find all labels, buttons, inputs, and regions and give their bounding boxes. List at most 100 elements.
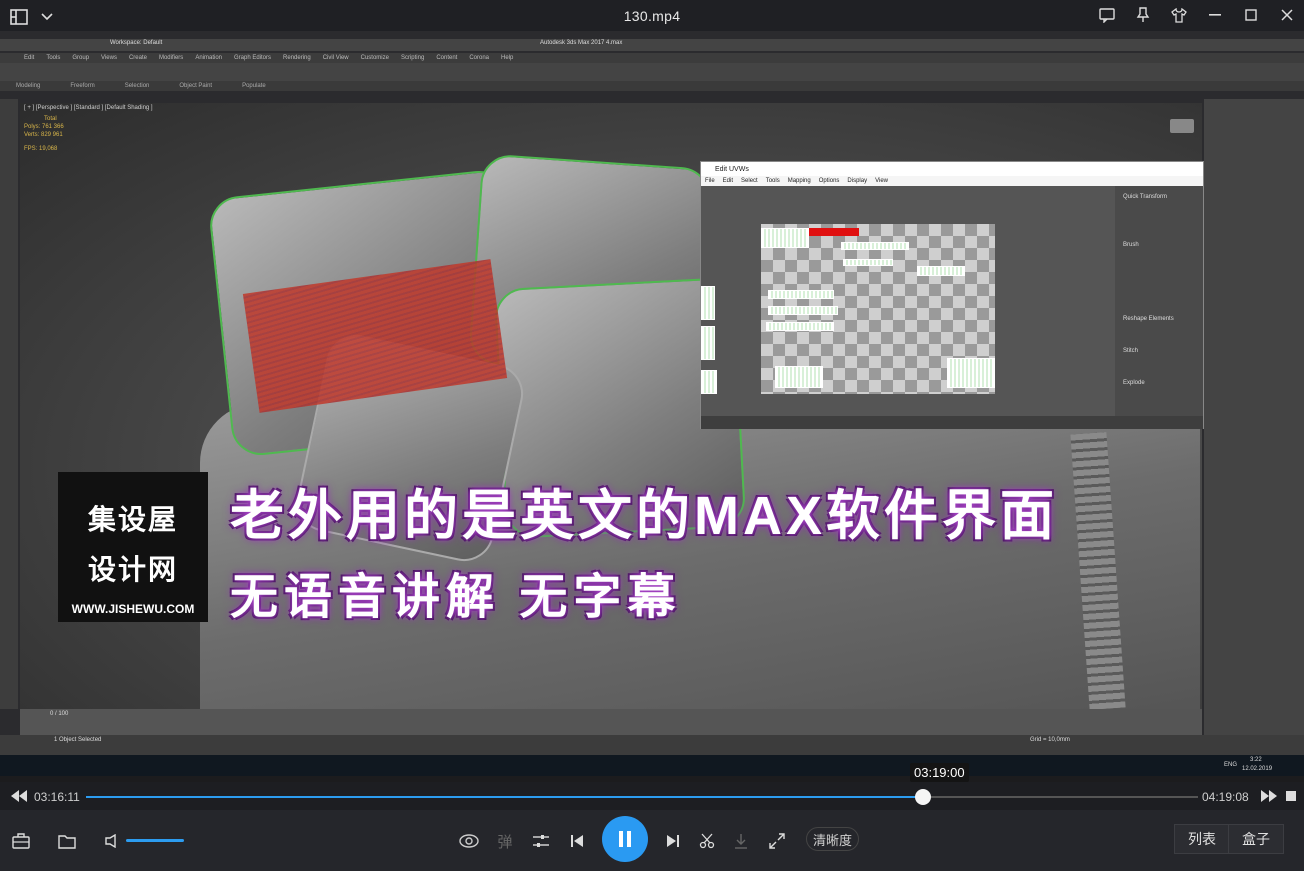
max-ribbon-tab[interactable]: Modeling [16,83,40,89]
box-button[interactable]: 盒子 [1228,824,1284,854]
max-menu-bar: Edit Tools Group Views Create Modifiers Animat… [0,53,1304,63]
download-icon[interactable] [728,828,754,854]
uvw-editor-canvas[interactable] [701,186,1115,416]
player-title-bar: 130.mp4 [0,0,1304,31]
taskbar-clock: 3:22 [1250,757,1262,763]
video-frame[interactable]: Workspace: Default Autodesk 3ds Max 2017… [0,31,1304,776]
max-app-title: Autodesk 3ds Max 2017 4.max [540,40,623,46]
hover-time-tooltip: 03:19:00 [910,763,969,782]
uv-island[interactable] [768,290,834,299]
max-menu-item[interactable]: Scripting [401,55,424,61]
max-ribbon-tab[interactable]: Object Paint [179,83,212,89]
max-menu-item[interactable]: Tools [46,55,60,61]
eye-protection-icon[interactable] [456,828,482,854]
max-ribbon-tabs: Modeling Freeform Selection Object Paint Pop… [0,81,1304,91]
uvw-menu-item[interactable]: File [705,178,715,184]
uvw-panel-header[interactable]: Brush [1123,242,1139,248]
pause-icon [619,831,631,847]
uv-island[interactable] [701,370,717,394]
uvw-panel-header[interactable]: Stitch [1123,348,1138,354]
scissors-icon[interactable] [694,828,720,854]
max-menu-item[interactable]: Animation [195,55,222,61]
volume-icon[interactable] [100,828,126,854]
uv-island[interactable] [761,228,809,248]
max-menu-item[interactable]: Rendering [283,55,311,61]
viewport-label[interactable]: [ + ] [Perspective ] [Standard ] [Defaul… [24,105,153,111]
max-menu-item[interactable]: Modifiers [159,55,183,61]
uvw-menu-item[interactable]: Select [741,178,758,184]
uvw-menu-item[interactable]: View [875,178,888,184]
pause-button[interactable] [602,816,648,862]
uvw-menu-item[interactable]: Display [847,178,867,184]
edit-uvws-window[interactable]: Edit UVWs File Edit Select Tools Mapping Opti… [700,161,1204,429]
max-timeline[interactable]: 0 / 100 [20,709,1202,735]
max-ribbon-tab[interactable]: Freeform [70,83,94,89]
max-title-bar: Workspace: Default Autodesk 3ds Max 2017… [0,39,1304,51]
caption-line1: 老外用的是英文的MAX软件界面 [230,486,1058,546]
uvw-side-panel: Quick Transform Brush Reshape Elements S… [1115,186,1203,416]
uvw-title: Edit UVWs [701,162,1203,176]
max-left-toolbar [0,99,18,709]
max-ribbon-tab[interactable]: Selection [125,83,150,89]
uv-island[interactable] [768,306,838,315]
max-menu-item[interactable]: Help [501,55,513,61]
seek-bar[interactable] [86,796,1198,798]
uvw-panel-header[interactable]: Quick Transform [1123,194,1167,200]
quality-button[interactable]: 清晰度 [806,827,860,851]
uvw-menu-item[interactable]: Options [819,178,840,184]
max-menu-item[interactable]: Graph Editors [234,55,271,61]
viewcube-icon[interactable] [1170,119,1194,133]
minimize-icon[interactable] [1204,4,1226,26]
uvw-panel-header[interactable]: Reshape Elements [1123,316,1174,322]
progress-row: 03:16:11 04:19:08 [0,782,1304,810]
fast-forward-icon[interactable] [1258,785,1280,807]
max-menu-item[interactable]: Edit [24,55,34,61]
uv-island[interactable] [947,358,995,388]
fullscreen-icon[interactable] [764,828,790,854]
stat-line: FPS: 19,068 [24,146,58,152]
uv-island[interactable] [701,326,715,360]
previous-icon[interactable] [564,828,590,854]
stat-line: Verts: 829 961 [24,132,63,138]
equalizer-icon[interactable] [528,828,554,854]
skin-shirt-icon[interactable] [1168,4,1190,26]
uv-island[interactable] [701,286,715,320]
max-menu-item[interactable]: Corona [469,55,489,61]
max-command-panel [1204,99,1304,747]
max-menu-item[interactable]: Content [436,55,457,61]
next-icon[interactable] [660,828,686,854]
open-folder-icon[interactable] [54,828,80,854]
uvw-menu-item[interactable]: Mapping [788,178,811,184]
max-ribbon-tab[interactable]: Populate [242,83,266,89]
playlist-button[interactable]: 列表 [1174,824,1230,854]
timeline-frame: 0 / 100 [50,711,69,717]
uv-island[interactable] [917,266,965,276]
uv-island[interactable] [841,242,909,250]
uv-island[interactable] [775,366,823,388]
maximize-icon[interactable] [1240,4,1262,26]
player-control-bar: 弹 清晰度 列表 盒子 [0,810,1304,871]
message-icon[interactable] [1096,4,1118,26]
seek-knob[interactable] [915,789,932,805]
max-menu-item[interactable]: Civil View [323,55,349,61]
max-menu-item[interactable]: Create [129,55,147,61]
status-grid: Grid = 10,0mm [1030,737,1070,743]
uv-island[interactable] [766,322,834,331]
max-menu-item[interactable]: Views [101,55,117,61]
danmu-button[interactable]: 弹 [492,828,518,854]
logo-url: WWW.JISHEWU.COM [71,602,195,616]
uv-island[interactable] [843,259,893,266]
volume-slider[interactable] [126,839,185,842]
close-icon[interactable] [1276,4,1298,26]
watermark-logo: 集设屋 设计网 WWW.JISHEWU.COM [58,472,208,622]
rewind-icon[interactable] [8,785,30,807]
uv-island-selected[interactable] [809,228,859,236]
toolbox-icon[interactable] [8,828,34,854]
uvw-menu-item[interactable]: Tools [766,178,780,184]
max-menu-item[interactable]: Group [72,55,89,61]
max-menu-item[interactable]: Customize [361,55,389,61]
uvw-panel-header[interactable]: Explode [1123,380,1145,386]
uvw-menu-item[interactable]: Edit [723,178,733,184]
pin-icon[interactable] [1132,4,1154,26]
stop-icon[interactable] [1280,785,1302,807]
